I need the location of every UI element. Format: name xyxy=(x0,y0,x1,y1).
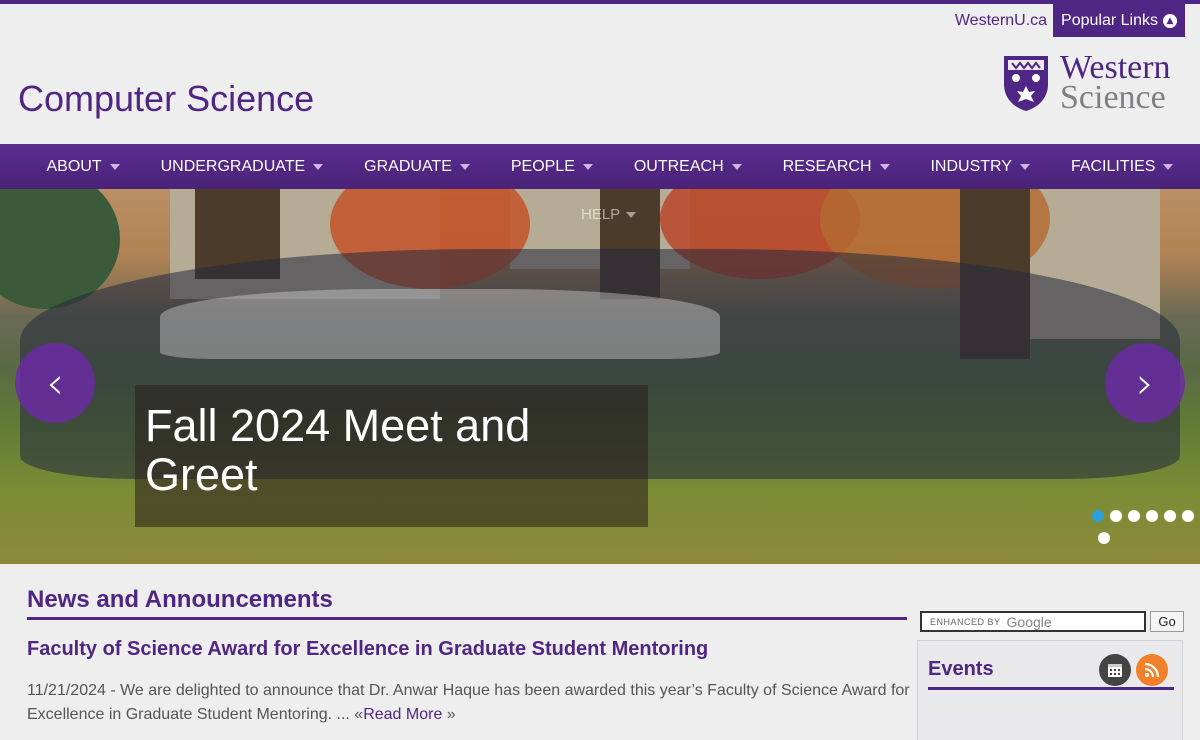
read-more-link[interactable]: Read More xyxy=(363,706,442,723)
caret-down-icon xyxy=(109,163,120,170)
events-panel: Events xyxy=(917,640,1183,740)
caret-down-icon xyxy=(459,163,470,170)
search-go-button[interactable]: Go xyxy=(1150,611,1184,632)
carousel-dot[interactable] xyxy=(1128,510,1140,522)
nav-item-facilities[interactable]: FACILITIES xyxy=(1070,157,1174,176)
crowd xyxy=(160,289,720,359)
events-title: Events xyxy=(928,658,994,680)
caret-down-icon xyxy=(582,163,593,170)
carousel-dot[interactable] xyxy=(1182,510,1194,522)
caret-down-icon xyxy=(313,163,324,170)
news-article-summary: 11/21/2024 - We are delighted to announc… xyxy=(27,679,917,727)
caret-down-icon xyxy=(1163,163,1174,170)
nav-item-help[interactable]: HELP xyxy=(581,206,637,223)
popular-links-button[interactable]: Popular Links ▲ xyxy=(1053,4,1185,37)
slide-caption[interactable]: Fall 2024 Meet and Greet xyxy=(135,385,648,527)
carousel-next-button[interactable]: › xyxy=(1105,343,1185,423)
nav-label: GRADUATE xyxy=(364,157,452,175)
logo-wordmark: Western Science xyxy=(1060,51,1171,116)
carousel-dot[interactable] xyxy=(1146,510,1158,522)
nav-label: PEOPLE xyxy=(510,157,575,175)
nav-label: ABOUT xyxy=(46,157,102,175)
hero-carousel[interactable]: HELP Fall 2024 Meet and Greet ‹ › xyxy=(0,189,1200,564)
popular-links-label: Popular Links xyxy=(1061,11,1158,29)
logo-line-2: Science xyxy=(1060,79,1166,116)
slide-caption-text: Fall 2024 Meet and Greet xyxy=(145,400,531,500)
search-enhanced-label: ENHANCED BY xyxy=(930,616,1001,627)
caret-down-icon xyxy=(879,163,890,170)
main-nav: ABOUT UNDERGRADUATE GRADUATE PEOPLE OUTR… xyxy=(0,144,1200,189)
search-provider-label: Google xyxy=(1006,613,1052,630)
chevron-up-icon: ▲ xyxy=(1163,13,1177,28)
carousel-prev-button[interactable]: ‹ xyxy=(15,343,95,423)
site-title[interactable]: Computer Science xyxy=(18,78,314,120)
rss-icon[interactable] xyxy=(1136,654,1168,686)
carousel-dot[interactable] xyxy=(1092,510,1104,522)
nav-item-about[interactable]: ABOUT xyxy=(46,157,120,176)
nav-label: RESEARCH xyxy=(782,157,872,175)
nav-item-people[interactable]: PEOPLE xyxy=(511,158,593,176)
news-article-text: 11/21/2024 - We are delighted to announc… xyxy=(27,682,910,723)
nav-label: INDUSTRY xyxy=(930,157,1012,175)
news-article-title[interactable]: Faculty of Science Award for Excellence … xyxy=(27,638,708,661)
nav-label: OUTREACH xyxy=(633,157,724,175)
chevron-right-icon: › xyxy=(1136,357,1154,409)
calendar-icon[interactable] xyxy=(1099,654,1131,686)
westernu-link[interactable]: WesternU.ca xyxy=(955,12,1047,30)
nav-item-industry[interactable]: INDUSTRY xyxy=(930,158,1030,176)
site-search-input[interactable]: ENHANCED BY Google xyxy=(920,611,1146,632)
western-science-logo[interactable]: Western Science xyxy=(1002,51,1171,116)
caret-down-icon xyxy=(731,163,742,170)
carousel-dot[interactable] xyxy=(1110,510,1122,522)
crest-icon xyxy=(1004,56,1048,111)
caret-down-icon xyxy=(626,211,637,218)
nav-item-research[interactable]: RESEARCH xyxy=(783,158,890,176)
news-heading: News and Announcements xyxy=(27,586,333,613)
read-more-suffix: » xyxy=(442,706,456,723)
nav-label: FACILITIES xyxy=(1070,157,1156,175)
utility-bar: WesternU.ca Popular Links ▲ xyxy=(955,4,1185,37)
nav-label: HELP xyxy=(581,206,621,223)
chevron-left-icon: ‹ xyxy=(46,357,64,409)
nav-label: UNDERGRADUATE xyxy=(160,157,306,175)
news-divider xyxy=(27,617,907,620)
events-divider xyxy=(928,687,1174,690)
carousel-dot[interactable] xyxy=(1164,510,1176,522)
carousel-dot[interactable] xyxy=(1098,532,1110,544)
nav-item-graduate[interactable]: GRADUATE xyxy=(364,158,470,176)
nav-item-outreach[interactable]: OUTREACH xyxy=(634,158,742,176)
nav-item-undergraduate[interactable]: UNDERGRADUATE xyxy=(161,158,324,176)
caret-down-icon xyxy=(1019,163,1030,170)
